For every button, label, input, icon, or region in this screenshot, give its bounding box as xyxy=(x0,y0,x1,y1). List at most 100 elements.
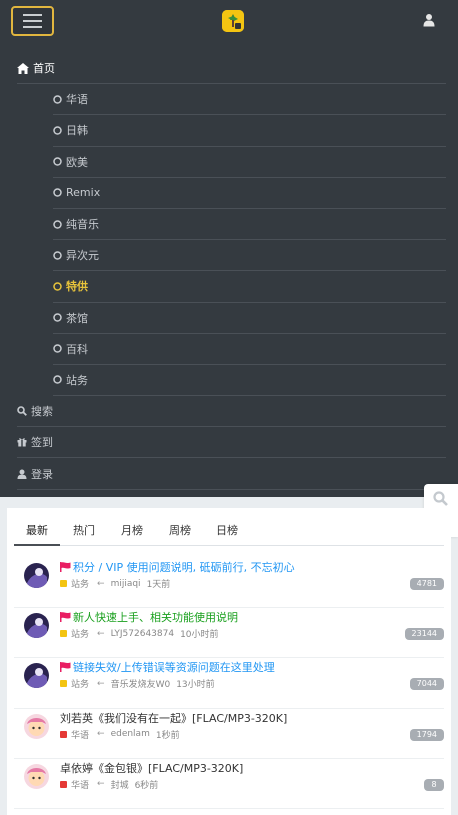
pin-flag-icon xyxy=(60,612,71,623)
avatar[interactable] xyxy=(24,613,49,639)
thread-title-text: 新人快速上手、相关功能使用说明 xyxy=(73,611,238,625)
thread-title[interactable]: 新人快速上手、相关功能使用说明 xyxy=(60,609,238,625)
thread-item[interactable]: 链接失效/上传错误等资源问题在这里处理 站务 ← 音乐发烧友W0 13小时前 7… xyxy=(14,658,444,709)
post-time: 1天前 xyxy=(146,580,171,590)
tab-latest[interactable]: 最新 xyxy=(26,522,48,538)
view-count-badge: 7044 xyxy=(409,678,444,691)
post-time: 10小时前 xyxy=(180,630,219,641)
thread-item[interactable]: 卓依婷《金包银》[FLAC/MP3-320K] 华语 ← 封城 6秒前 8 xyxy=(14,759,444,809)
category-label[interactable]: 站务 xyxy=(71,577,89,590)
reply-arrow-icon: ← xyxy=(97,729,105,740)
category-color-dot xyxy=(60,730,67,738)
thread-list-panel: 最新 热门 月榜 周榜 日榜 积分 / VIP 使用问题说明, 砥砺前行, 不忘… xyxy=(7,508,451,815)
avatar[interactable] xyxy=(24,663,49,689)
avatar[interactable] xyxy=(24,763,49,789)
thread-title[interactable]: 刘若英《我们没有在一起》[FLAC/MP3-320K] xyxy=(60,710,287,726)
menu-item-category[interactable]: 站务 xyxy=(53,365,446,397)
view-count-badge: 1794 xyxy=(409,728,444,741)
menu-item-category-active[interactable]: 特供 xyxy=(53,271,446,303)
menu-item-category[interactable]: 日韩 xyxy=(53,115,446,147)
app-logo-icon[interactable] xyxy=(222,10,244,32)
avatar[interactable] xyxy=(24,563,49,588)
menu-item-category[interactable]: 纯音乐 xyxy=(53,209,446,241)
circle-icon xyxy=(53,219,62,229)
tab-weekly[interactable]: 周榜 xyxy=(169,522,191,538)
category-label[interactable]: 华语 xyxy=(71,778,89,791)
ranking-tabs: 最新 热门 月榜 周榜 日榜 xyxy=(14,508,444,546)
thread-item[interactable]: 刘若英《我们没有在一起》[FLAC/MP3-320K] 华语 ← edenlam… xyxy=(14,709,444,759)
author-name[interactable]: 音乐发烧友W0 xyxy=(111,677,171,690)
avatar[interactable] xyxy=(24,713,49,739)
menu-item-category[interactable]: 欧美 xyxy=(53,147,446,178)
thread-title[interactable]: 卓依婷《金包银》[FLAC/MP3-320K] xyxy=(60,760,243,776)
tab-hot[interactable]: 热门 xyxy=(73,522,95,538)
author-name[interactable]: 封城 xyxy=(111,778,129,791)
thread-list: 积分 / VIP 使用问题说明, 砥砺前行, 不忘初心 站务 ← mijiaqi… xyxy=(7,558,451,809)
menu-item-search[interactable]: 搜索 xyxy=(17,396,446,428)
author-name[interactable]: edenlam xyxy=(111,729,150,739)
reply-arrow-icon: ← xyxy=(97,678,105,689)
circle-icon xyxy=(53,375,62,385)
menu-item-label: 首页 xyxy=(33,62,55,76)
menu-item-checkin[interactable]: 签到 xyxy=(17,427,446,459)
reply-arrow-icon: ← xyxy=(97,628,105,639)
post-time: 6秒前 xyxy=(134,780,159,791)
circle-icon xyxy=(53,282,62,291)
thread-title-text: 刘若英《我们没有在一起》[FLAC/MP3-320K] xyxy=(60,711,288,725)
menu-item-login[interactable]: 登录 xyxy=(17,458,446,490)
menu-item-label: 搜索 xyxy=(31,405,53,419)
tab-daily[interactable]: 日榜 xyxy=(216,522,238,538)
search-icon[interactable] xyxy=(433,491,448,506)
hamburger-line xyxy=(23,14,42,16)
search-icon xyxy=(17,406,27,417)
menu-item-label: 欧美 xyxy=(66,155,88,169)
thread-title-text: 卓依婷《金包银》[FLAC/MP3-320K] xyxy=(60,761,244,775)
thread-title[interactable]: 链接失效/上传错误等资源问题在这里处理 xyxy=(60,659,275,675)
tab-monthly[interactable]: 月榜 xyxy=(121,522,143,538)
author-name[interactable]: LYJ572643874 xyxy=(111,629,175,639)
menu-item-category[interactable]: Remix xyxy=(53,178,446,209)
nav-menu: 首页 华语 日韩 欧美 Remix 纯音乐 异次元 特供 茶馆 百科 站务 搜索… xyxy=(17,53,446,490)
view-count-badge: 4781 xyxy=(409,578,444,590)
menu-item-label: Remix xyxy=(66,186,101,200)
menu-item-label: 站务 xyxy=(66,373,88,387)
navbar-region: 首页 华语 日韩 欧美 Remix 纯音乐 异次元 特供 茶馆 百科 站务 搜索… xyxy=(0,0,458,497)
circle-icon xyxy=(53,250,62,260)
menu-item-category[interactable]: 华语 xyxy=(53,84,446,116)
pin-flag-icon xyxy=(60,562,71,572)
category-label[interactable]: 华语 xyxy=(71,728,89,741)
thread-title-text: 积分 / VIP 使用问题说明, 砥砺前行, 不忘初心 xyxy=(73,561,295,574)
view-count-badge: 23144 xyxy=(404,628,444,641)
menu-item-category[interactable]: 百科 xyxy=(53,334,446,365)
menu-item-category[interactable]: 异次元 xyxy=(53,240,446,272)
menu-item-home[interactable]: 首页 xyxy=(17,53,446,85)
user-icon[interactable] xyxy=(423,13,435,27)
thread-item[interactable]: 新人快速上手、相关功能使用说明 站务 ← LYJ572643874 10小时前 … xyxy=(14,608,444,659)
hamburger-line xyxy=(23,26,42,28)
category-label[interactable]: 站务 xyxy=(71,627,89,640)
hamburger-line xyxy=(23,20,42,22)
user-icon xyxy=(17,469,27,479)
thread-meta: 华语 ← edenlam 1秒前 xyxy=(60,728,180,741)
thread-title[interactable]: 积分 / VIP 使用问题说明, 砥砺前行, 不忘初心 xyxy=(60,559,295,575)
circle-icon xyxy=(53,95,62,104)
view-count-badge: 8 xyxy=(424,778,444,791)
circle-icon xyxy=(53,313,62,322)
category-color-dot xyxy=(60,580,67,587)
category-label[interactable]: 站务 xyxy=(71,677,89,690)
post-time: 13小时前 xyxy=(176,680,215,691)
thread-item[interactable]: 积分 / VIP 使用问题说明, 砥砺前行, 不忘初心 站务 ← mijiaqi… xyxy=(14,558,444,609)
circle-icon xyxy=(53,157,62,166)
menu-item-label: 特供 xyxy=(66,280,88,294)
menu-item-category[interactable]: 茶馆 xyxy=(53,303,446,334)
category-color-dot xyxy=(60,630,67,638)
menu-item-label: 纯音乐 xyxy=(66,218,99,232)
menu-item-label: 华语 xyxy=(66,93,88,107)
menu-toggle-button[interactable] xyxy=(11,6,54,36)
circle-icon xyxy=(53,188,62,198)
circle-icon xyxy=(53,344,62,354)
active-tab-indicator xyxy=(14,544,60,546)
category-color-dot xyxy=(60,780,67,788)
author-name[interactable]: mijiaqi xyxy=(111,579,141,589)
home-icon xyxy=(17,62,29,74)
